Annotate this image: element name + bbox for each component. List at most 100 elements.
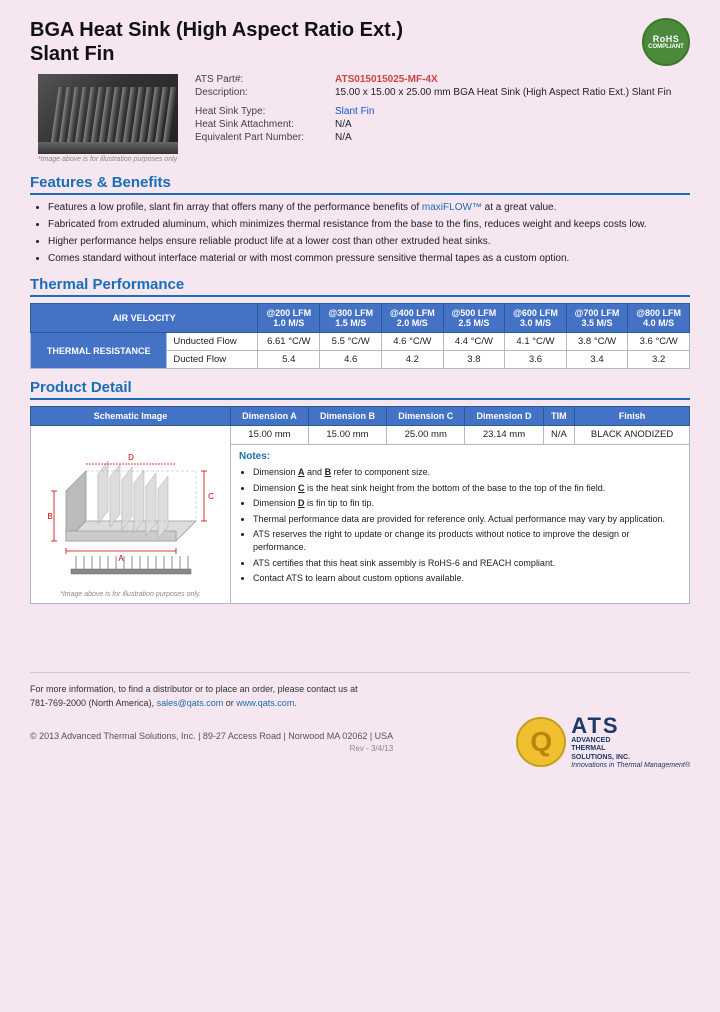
contact-text: For more information, to find a distribu…	[30, 684, 358, 694]
rohs-compliant: COMPLIANT	[648, 44, 684, 51]
website: www.qats.com	[236, 698, 294, 708]
equivalent-part-row: Equivalent Part Number: N/A	[195, 132, 690, 143]
heatsink-image	[38, 74, 178, 154]
ats-letters: ATS	[571, 715, 690, 737]
copyright: © 2013 Advanced Thermal Solutions, Inc. …	[30, 731, 393, 741]
detail-col-c: Dimension C	[387, 407, 465, 426]
ats-tagline: Innovations in Thermal Management®	[571, 762, 690, 769]
ats-logo-circle: Q	[516, 717, 566, 767]
feature-item-1: Features a low profile, slant fin array …	[48, 201, 690, 215]
product-title: BGA Heat Sink (High Aspect Ratio Ext.) S…	[30, 18, 403, 66]
note-6: ATS certifies that this heat sink assemb…	[253, 557, 681, 570]
svg-text:B: B	[47, 512, 52, 521]
thermal-section-title: Thermal Performance	[30, 276, 690, 297]
notes-cell: Notes: Dimension A and B refer to compon…	[231, 445, 690, 604]
detail-col-schematic: Schematic Image	[31, 407, 231, 426]
note-5: ATS reserves the right to update or chan…	[253, 528, 681, 553]
product-info-row: *Image above is for illustration purpose…	[30, 74, 690, 164]
email: sales@qats.com	[157, 698, 224, 708]
ats-full-name-1: ADVANCED	[571, 737, 690, 745]
unducted-400: 4.6 °C/W	[382, 333, 444, 351]
rohs-text: RoHS	[653, 34, 680, 44]
col-500lfm: @500 LFM2.5 M/S	[443, 304, 505, 333]
image-note: *Image above is for illustration purpose…	[38, 156, 177, 163]
col-700lfm: @700 LFM3.5 M/S	[566, 304, 628, 333]
ducted-700: 3.4	[566, 351, 628, 369]
table-row-unducted: THERMAL RESISTANCE Unducted Flow 6.61 °C…	[31, 333, 690, 351]
col-800lfm: @800 LFM4.0 M/S	[628, 304, 690, 333]
col-200lfm: @200 LFM1.0 M/S	[258, 304, 320, 333]
description-value: 15.00 x 15.00 x 25.00 mm BGA Heat Sink (…	[335, 87, 671, 98]
footer-left: © 2013 Advanced Thermal Solutions, Inc. …	[30, 731, 393, 753]
email-link[interactable]: sales@qats.com	[157, 698, 224, 708]
equivalent-part-label: Equivalent Part Number:	[195, 132, 335, 143]
ducted-500: 3.8	[443, 351, 505, 369]
footer-contact: For more information, to find a distribu…	[30, 683, 690, 710]
ducted-600: 3.6	[505, 351, 567, 369]
footer-bottom: © 2013 Advanced Thermal Solutions, Inc. …	[30, 715, 690, 769]
thermal-resistance-label: THERMAL RESISTANCE	[31, 333, 167, 369]
finish-value: BLACK ANODIZED	[575, 426, 690, 445]
svg-text:A: A	[118, 554, 124, 563]
product-detail-table: Schematic Image Dimension A Dimension B …	[30, 406, 690, 604]
tim-value: N/A	[543, 426, 574, 445]
ducted-800: 3.2	[628, 351, 690, 369]
attachment-row: Heat Sink Attachment: N/A	[195, 119, 690, 130]
title-line1: BGA Heat Sink (High Aspect Ratio Ext.)	[30, 19, 403, 41]
note-4: Thermal performance data are provided fo…	[253, 513, 681, 526]
page-number: Rev - 3/4/13	[30, 744, 393, 753]
detail-col-d: Dimension D	[465, 407, 543, 426]
or-text: or	[226, 698, 234, 708]
col-600lfm: @600 LFM3.0 M/S	[505, 304, 567, 333]
svg-text:D: D	[128, 453, 134, 462]
part-number-row: ATS Part#: ATS015015025-MF-4X	[195, 74, 690, 85]
unducted-label: Unducted Flow	[167, 333, 258, 351]
schematic-svg: A B C D	[46, 431, 216, 586]
product-detail-section-title: Product Detail	[30, 379, 690, 400]
website-link[interactable]: www.qats.com	[236, 698, 294, 708]
attachment-value: N/A	[335, 119, 352, 130]
unducted-300: 5.5 °C/W	[320, 333, 382, 351]
ats-full-name-2: THERMAL	[571, 745, 690, 753]
col-400lfm: @400 LFM2.0 M/S	[382, 304, 444, 333]
part-number-label: ATS Part#:	[195, 74, 335, 85]
rohs-badge: RoHS COMPLIANT	[642, 18, 690, 66]
notes-title: Notes:	[239, 451, 681, 462]
feature-item-4: Comes standard without interface materia…	[48, 252, 690, 266]
notes-list: Dimension A and B refer to component siz…	[239, 466, 681, 585]
detail-col-a: Dimension A	[231, 407, 309, 426]
header-row: BGA Heat Sink (High Aspect Ratio Ext.) S…	[30, 18, 690, 66]
thermal-table: AIR VELOCITY @200 LFM1.0 M/S @300 LFM1.5…	[30, 303, 690, 369]
schematic-note: *Image above is for illustration purpose…	[36, 591, 225, 598]
air-velocity-header: AIR VELOCITY	[31, 304, 258, 333]
detail-values-row: A B C D	[31, 426, 690, 445]
note-2: Dimension C is the heat sink height from…	[253, 482, 681, 495]
ducted-400: 4.2	[382, 351, 444, 369]
svg-text:C: C	[208, 492, 214, 501]
detail-col-finish: Finish	[575, 407, 690, 426]
ducted-300: 4.6	[320, 351, 382, 369]
note-7: Contact ATS to learn about custom option…	[253, 572, 681, 585]
detail-col-tim: TIM	[543, 407, 574, 426]
title-line2: Slant Fin	[30, 43, 114, 65]
ats-full-name-3: SOLUTIONS, INC.	[571, 754, 690, 762]
product-specs: ATS Part#: ATS015015025-MF-4X Descriptio…	[185, 74, 690, 145]
feature-item-3: Higher performance helps ensure reliable…	[48, 235, 690, 249]
ducted-200: 5.4	[258, 351, 320, 369]
note-1: Dimension A and B refer to component siz…	[253, 466, 681, 479]
unducted-500: 4.4 °C/W	[443, 333, 505, 351]
product-image-area: *Image above is for illustration purpose…	[30, 74, 185, 164]
heat-sink-type-row: Heat Sink Type: Slant Fin	[195, 106, 690, 117]
features-list: Features a low profile, slant fin array …	[30, 201, 690, 266]
unducted-800: 3.6 °C/W	[628, 333, 690, 351]
note-3: Dimension D is fin tip to fin tip.	[253, 497, 681, 510]
col-300lfm: @300 LFM1.5 M/S	[320, 304, 382, 333]
ats-q-letter: Q	[530, 726, 552, 758]
part-number-value: ATS015015025-MF-4X	[335, 74, 438, 85]
dim-a-value: 15.00 mm	[231, 426, 309, 445]
schematic-cell: A B C D	[31, 426, 231, 604]
ducted-label: Ducted Flow	[167, 351, 258, 369]
unducted-200: 6.61 °C/W	[258, 333, 320, 351]
equivalent-part-value: N/A	[335, 132, 352, 143]
ats-text-block: ATS ADVANCED THERMAL SOLUTIONS, INC. Inn…	[571, 715, 690, 769]
